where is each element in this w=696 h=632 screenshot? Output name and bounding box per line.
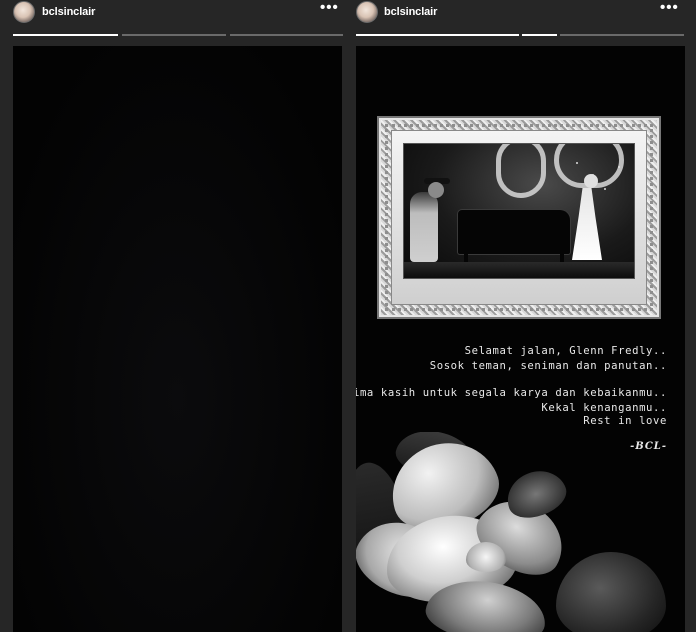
pianist-head: [428, 182, 444, 198]
flower-center: [466, 542, 506, 572]
story-media-blank[interactable]: [13, 46, 342, 632]
story-media[interactable]: Selamat jalan, Glenn Fredly.. Sosok tema…: [356, 46, 685, 632]
memorial-line: Terima kasih untuk segala karya dan keba…: [356, 387, 667, 399]
stage-spark: [604, 188, 606, 190]
singer-head: [584, 174, 598, 188]
stage-spark: [576, 162, 578, 164]
story-header: bclsinclair •••: [350, 0, 696, 30]
pianist-figure: [410, 192, 438, 262]
story-panel-right[interactable]: bclsinclair ••• Selamat jalan, Glenn Fre…: [350, 0, 696, 632]
story-progress-bar: [356, 34, 684, 36]
memorial-line: Rest in love: [583, 415, 667, 427]
memorial-line: Sosok teman, seniman dan panutan..: [429, 360, 667, 372]
username[interactable]: bclsinclair: [384, 6, 437, 18]
story-header: bclsinclair · •••: [0, 0, 350, 30]
progress-segment: [522, 34, 557, 36]
username[interactable]: bclsinclair: [42, 6, 95, 18]
story-panel-left[interactable]: bclsinclair · •••: [0, 0, 350, 632]
grand-piano: [458, 210, 570, 254]
stage-light-letter: [496, 144, 546, 198]
separator-dot: ·: [90, 5, 94, 17]
progress-segment: [560, 34, 684, 36]
concert-photo: [404, 144, 634, 278]
stage-floor: [404, 262, 634, 278]
petal: [556, 552, 666, 632]
memorial-line: Selamat jalan, Glenn Fredly..: [464, 345, 667, 357]
progress-segment: [122, 34, 226, 36]
avatar[interactable]: [13, 1, 35, 23]
ornate-picture-frame: [377, 116, 661, 319]
singer-figure: [572, 188, 602, 260]
progress-segment: [13, 34, 118, 36]
gardenia-flower-image: [356, 432, 685, 632]
progress-segment: [230, 34, 343, 36]
stage-spark: [618, 166, 620, 168]
more-horizontal-icon[interactable]: •••: [320, 0, 338, 17]
progress-segment: [356, 34, 519, 36]
story-progress-bar: [13, 34, 343, 36]
avatar[interactable]: [356, 1, 378, 23]
more-horizontal-icon[interactable]: •••: [660, 0, 678, 17]
